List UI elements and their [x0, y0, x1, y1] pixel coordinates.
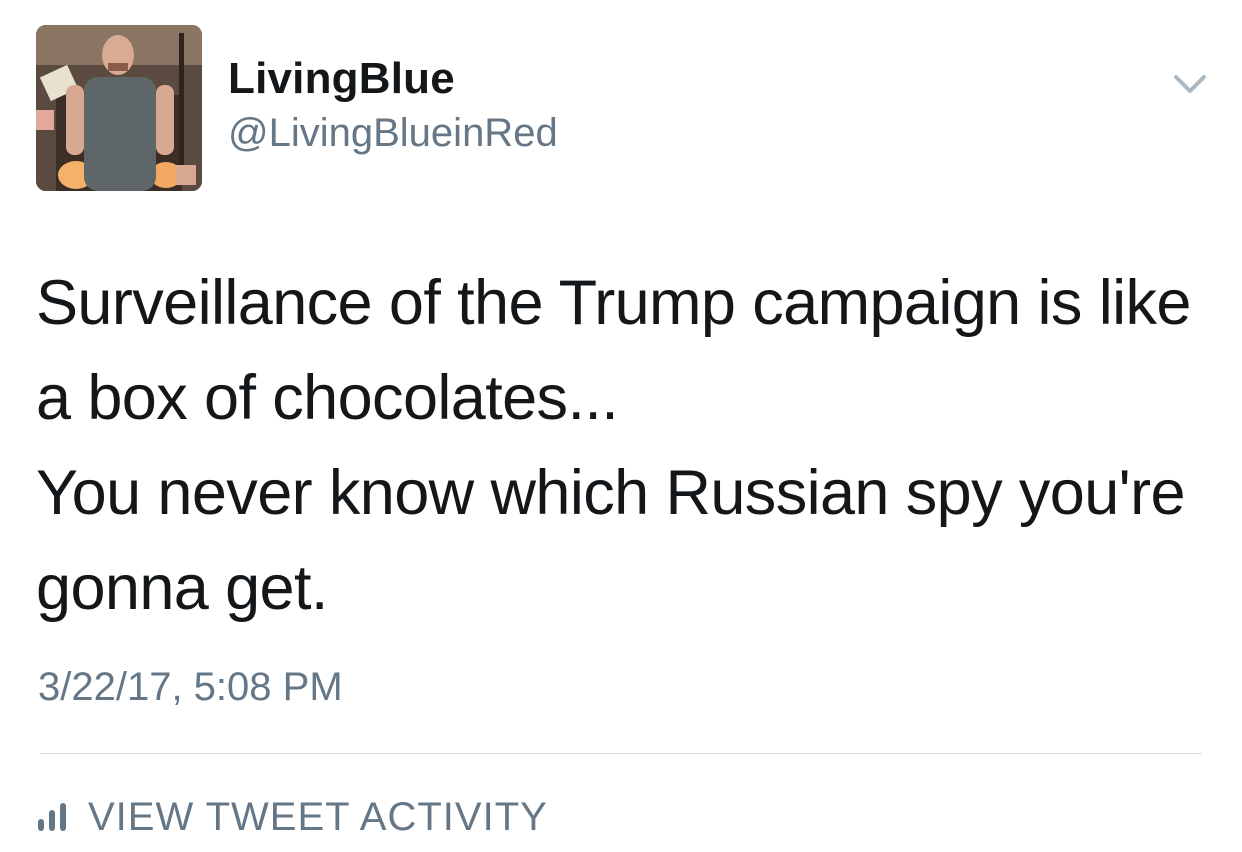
tweet-timestamp: 3/22/17, 5:08 PM — [38, 665, 343, 709]
tweet-text: Surveillance of the Trump campaign is li… — [36, 268, 1191, 623]
profile-photo-icon — [36, 25, 202, 191]
avatar[interactable] — [36, 25, 202, 191]
bar-chart-icon — [36, 801, 70, 833]
user-handle[interactable]: @LivingBlueinRed — [228, 108, 558, 158]
chevron-down-icon — [1174, 75, 1206, 93]
tweet-menu-button[interactable] — [1170, 68, 1210, 100]
view-tweet-activity-button[interactable]: VIEW TWEET ACTIVITY — [36, 792, 548, 842]
view-tweet-activity-label: VIEW TWEET ACTIVITY — [88, 795, 548, 839]
divider — [40, 753, 1202, 754]
display-name[interactable]: LivingBlue — [228, 52, 455, 106]
